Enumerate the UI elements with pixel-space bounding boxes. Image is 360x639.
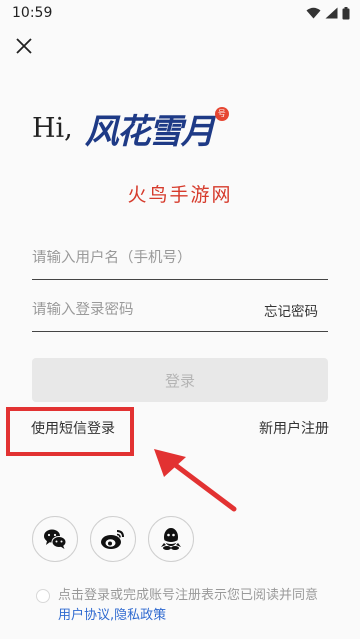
status-icons (306, 6, 350, 20)
sms-login-link[interactable]: 使用短信登录 (31, 418, 115, 438)
battery-icon (342, 6, 350, 19)
forgot-password-link[interactable]: 忘记密码 (264, 300, 318, 320)
app-logo: 风花雪月 (84, 111, 215, 152)
register-link[interactable]: 新用户注册 (259, 418, 329, 438)
wechat-icon (44, 529, 67, 549)
wifi-icon (306, 7, 321, 19)
greeting-text: Hi, (32, 112, 73, 144)
logo-badge: 号 (214, 107, 229, 121)
agreement-text: 点击登录或完成账号注册表示您已阅读并同意用户协议,隐私政策 (58, 586, 330, 626)
qq-icon (161, 528, 181, 550)
login-button[interactable]: 登录 (32, 358, 328, 402)
wechat-login-button[interactable] (32, 516, 78, 562)
username-field (32, 236, 328, 280)
user-agreement-link[interactable]: 用户协议 (58, 608, 110, 623)
agreement-row: 点击登录或完成账号注册表示您已阅读并同意用户协议,隐私政策 (36, 586, 336, 626)
password-input[interactable] (32, 301, 232, 318)
annotation-arrow (154, 449, 237, 512)
greeting-row: Hi, 风花雪月 号 (32, 100, 229, 156)
close-icon (16, 38, 32, 54)
password-field: 忘记密码 (32, 288, 328, 332)
weibo-login-button[interactable] (90, 516, 136, 562)
qq-login-button[interactable] (148, 516, 194, 562)
social-login-row (32, 516, 194, 562)
close-button[interactable] (12, 34, 36, 58)
username-input[interactable] (32, 249, 232, 266)
signal-icon (325, 7, 338, 19)
site-name: 火鸟手游网 (127, 184, 233, 206)
agreement-prefix: 点击登录或完成账号注册表示您已阅读并同意 (58, 588, 319, 603)
agreement-checkbox[interactable] (36, 589, 50, 603)
weibo-icon (101, 530, 124, 549)
status-bar: 10:59 (0, 0, 360, 26)
status-time: 10:59 (12, 5, 53, 21)
privacy-policy-link[interactable]: 隐私政策 (114, 608, 166, 623)
